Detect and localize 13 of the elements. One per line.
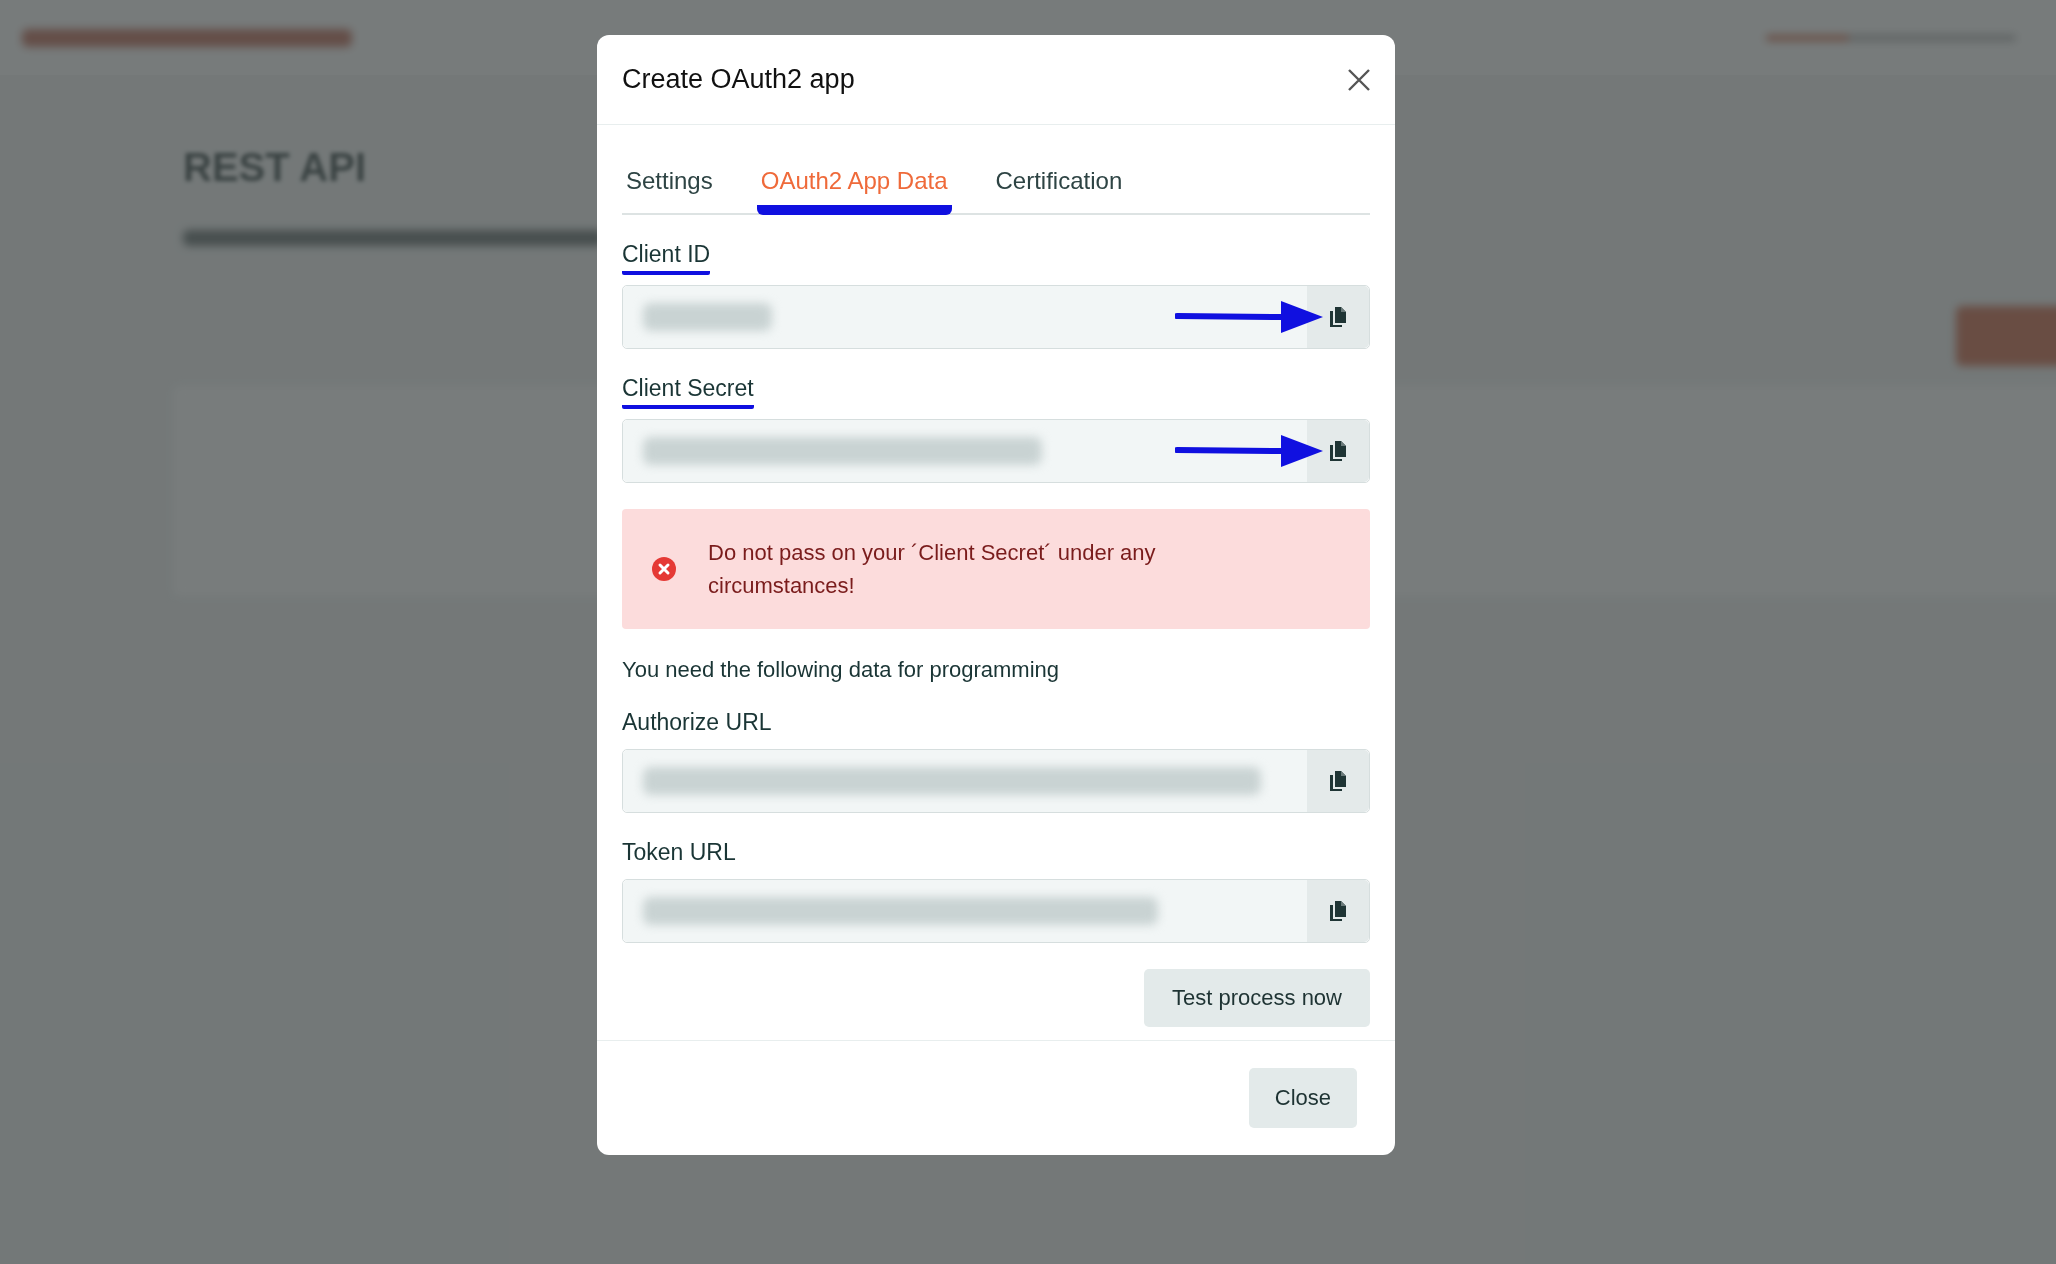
field-label: Client Secret [622,375,754,409]
error-icon [652,557,676,581]
close-icon[interactable] [1347,67,1371,92]
tab[interactable]: Certification [991,149,1127,215]
tab[interactable]: Settings [622,149,717,215]
intro-text: You need the following data for programming [622,657,1061,683]
close-button[interactable]: Close [1248,1068,1357,1128]
field-label: Token URL [622,839,736,867]
test-process-button[interactable]: Test process now [1144,969,1370,1027]
dialog-title: Create OAuth2 app [622,64,855,95]
field-label: Authorize URL [622,709,772,737]
alert-message: Do not pass on your ´Client Secret´ under any circumstances! [708,539,1157,600]
field-label: Client ID [622,241,711,275]
